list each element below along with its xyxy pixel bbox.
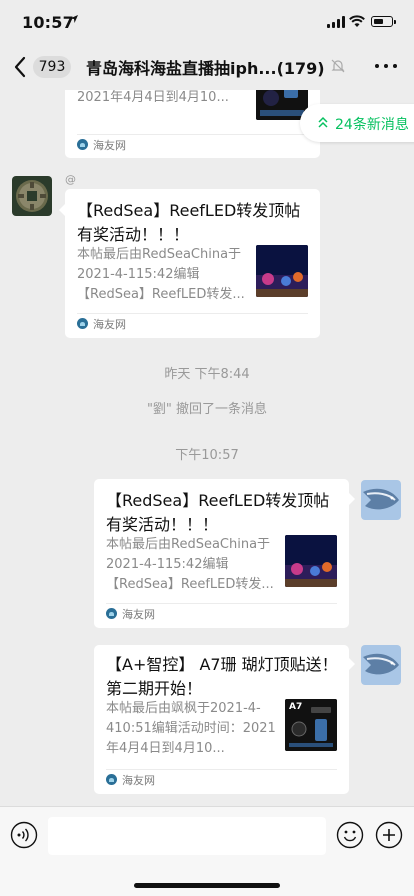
battery-icon [371,16,396,27]
card-thumbnail: A7 [285,699,337,751]
emoji-icon[interactable] [336,821,364,849]
more-options-icon[interactable] [375,64,397,70]
source-logo-icon [106,608,117,619]
card-divider [106,603,337,604]
link-card[interactable]: -410:51编辑活动时间：2021年4月4日到4月10... 海友网 [65,90,320,158]
source-name: 海友网 [93,318,126,331]
source-name: 海友网 [122,608,155,621]
card-title: 【A+智控】 A7珊 瑚灯顶贴送！第二期开始！ [106,655,338,698]
card-description: 本帖最后由RedSeaChina于2021-4-115:42编辑【RedSea】… [77,247,245,302]
link-card[interactable]: 【RedSea】ReefLED转发顶帖有奖活动！！！ 本帖最后由RedSeaCh… [94,479,349,628]
status-time: 10:57 [22,13,74,32]
back-chevron-icon[interactable] [10,54,32,80]
chat-header: 793 青岛海科海盐直播抽iph...(179) [0,44,414,90]
avatar[interactable] [361,480,401,520]
avatar[interactable] [12,176,52,216]
new-messages-label: 24条新消息 [335,117,409,133]
chat-title: 青岛海科海盐直播抽iph...(179) [86,55,330,79]
card-divider [77,313,308,314]
card-thumbnail [256,245,308,297]
card-description: 本帖最后由RedSeaChina于2021-4-115:42编辑【RedSea】… [106,537,274,592]
location-arrow-icon [70,15,78,23]
wifi-icon [349,15,365,27]
home-indicator[interactable] [134,883,280,888]
recall-notice: "劉" 撤回了一条消息 [146,402,268,417]
card-description: -410:51编辑活动时间：2021年4月4日到4月10... [77,90,229,105]
card-thumbnail [285,535,337,587]
bubble-tail [349,658,355,670]
avatar[interactable] [361,645,401,685]
link-card[interactable]: 【RedSea】ReefLED转发顶帖有奖活动！！！ 本帖最后由RedSeaCh… [65,189,320,338]
plus-icon[interactable] [375,821,403,849]
source-name: 海友网 [122,774,155,787]
input-bar [0,806,414,896]
card-source: 海友网 [106,607,155,623]
card-title: 【RedSea】ReefLED转发顶帖有奖活动！！！ [77,201,301,244]
card-source: 海友网 [77,317,126,333]
signal-icon [327,16,345,28]
new-messages-button[interactable]: 24条新消息 [300,104,414,142]
source-logo-icon [77,318,88,329]
card-source: 海友网 [77,138,126,154]
source-logo-icon [77,139,88,150]
card-divider [106,769,337,770]
sender-name: @ [65,173,76,186]
double-chevron-up-icon [318,116,328,128]
member-count: (179) [276,59,325,78]
message-input[interactable] [48,817,326,855]
timestamp: 下午10:57 [175,448,239,463]
mute-bell-icon [331,59,345,73]
link-card[interactable]: 【A+智控】 A7珊 瑚灯顶贴送！第二期开始！ 本帖最后由飒枫于2021-4-4… [94,645,349,794]
source-name: 海友网 [93,139,126,152]
source-logo-icon [106,774,117,785]
voice-input-icon[interactable] [10,821,38,849]
card-description: 本帖最后由飒枫于2021-4-410:51编辑活动时间：2021年4月4日到4月… [106,701,276,756]
chat-history[interactable]: -410:51编辑活动时间：2021年4月4日到4月10... 海友网 24条新… [0,90,414,806]
status-bar: 10:57 [0,0,414,44]
thumbnail-label: A7 [289,702,303,712]
bubble-tail [349,493,355,505]
card-source: 海友网 [106,773,155,789]
unread-count-badge[interactable]: 793 [33,56,71,78]
group-name: 青岛海科海盐直播抽iph... [86,59,277,78]
card-title: 【RedSea】ReefLED转发顶帖有奖活动！！！ [106,491,330,534]
card-divider [77,134,308,135]
timestamp: 昨天 下午8:44 [164,367,250,382]
